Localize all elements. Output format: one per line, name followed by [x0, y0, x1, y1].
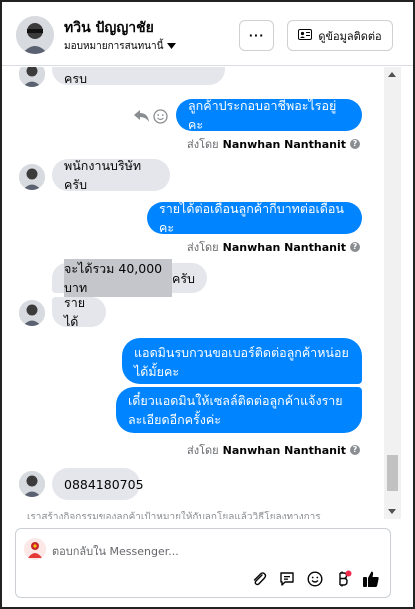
contact-message-avatar [19, 67, 45, 87]
highlighted-text: จะได้รวม 40,000 บาท [64, 259, 172, 297]
contact-avatar[interactable] [16, 16, 54, 54]
attachment-icon[interactable] [249, 569, 269, 589]
sent-by-label: ส่งโดย Nanwhan Nanthanit ? [187, 441, 360, 459]
more-options-button[interactable]: ··· [239, 20, 274, 51]
assign-conversation-dropdown[interactable]: มอบหมายการสนทนานี้ [64, 39, 177, 54]
contact-name[interactable]: ทวิน ปัญญาชัย [64, 17, 154, 39]
message-composer[interactable]: ตอบกลับใน Messenger... [15, 528, 391, 598]
sent-by-label: ส่งโดย Nanwhan Nanthanit ? [187, 135, 360, 153]
reply-input[interactable]: ตอบกลับใน Messenger... [52, 542, 179, 560]
chevron-down-icon [167, 41, 177, 52]
sent-by-label: ส่งโดย Nanwhan Nanthanit ? [187, 238, 360, 256]
outgoing-message[interactable]: รายได้ต่อเดือนลูกค้ากี่บาทต่อเดือนคะ [147, 201, 362, 235]
incoming-message[interactable]: 0884180705 [52, 468, 144, 500]
assign-label: มอบหมายการสนทนานี้ [64, 41, 164, 52]
emoji-icon[interactable] [305, 569, 325, 589]
outgoing-message[interactable]: เดี๋ยวแอดมินให้เซลล์ติดต่อลูกค้าแจ้งรายล… [116, 387, 362, 433]
scroll-up-arrow-icon[interactable] [388, 72, 396, 77]
outgoing-message[interactable]: ลูกค้าประกอบอาชีพอะไรอยู่คะ [176, 98, 362, 132]
page-avatar [24, 538, 46, 560]
incoming-message[interactable]: ถาจตนตองทายอาง เรยาจครบ [52, 67, 225, 86]
contact-card-icon [298, 28, 313, 43]
help-icon[interactable]: ? [350, 242, 360, 252]
conversation-header: ทวิน ปัญญาชัย มอบหมายการสนทนานี้ ··· ดูข… [2, 2, 413, 66]
react-icon[interactable] [153, 109, 168, 128]
incoming-message[interactable]: พนักงานบริษัทครับ [52, 158, 170, 192]
more-icon: ··· [248, 29, 265, 42]
faded-message-preview: เราสร้างกิจกรรมของลูกค้าเป้าหมายให้กับลู… [27, 512, 321, 519]
contact-message-avatar [19, 300, 45, 326]
reply-icon[interactable] [134, 109, 150, 127]
view-contact-info-button[interactable]: ดูข้อมูลติดต่อ [287, 20, 393, 51]
saved-replies-icon[interactable] [277, 569, 297, 589]
payment-icon[interactable] [333, 569, 353, 589]
incoming-message[interactable]: จะได้รวม 40,000 บาท ครับ [52, 259, 207, 297]
incoming-message[interactable]: รายได้ [52, 295, 106, 329]
chat-scrollbar[interactable] [384, 67, 401, 519]
scrollbar-thumb[interactable] [387, 455, 398, 491]
message-thread[interactable]: ถาจตนตองทายอาง เรยาจครบ ลูกค้าประกอบอาชี… [2, 67, 400, 519]
contact-message-avatar [19, 471, 45, 497]
like-thumbs-up-icon[interactable] [361, 569, 381, 589]
help-icon[interactable]: ? [350, 139, 360, 149]
outgoing-message[interactable]: แอดมินรบกวนขอเบอร์ติดต่อลูกค้าหน่อยได้มั… [122, 338, 362, 384]
help-icon[interactable]: ? [350, 445, 360, 455]
scroll-down-arrow-icon[interactable] [388, 509, 396, 514]
contact-info-label: ดูข้อมูลติดต่อ [318, 29, 382, 43]
contact-message-avatar [19, 164, 45, 190]
